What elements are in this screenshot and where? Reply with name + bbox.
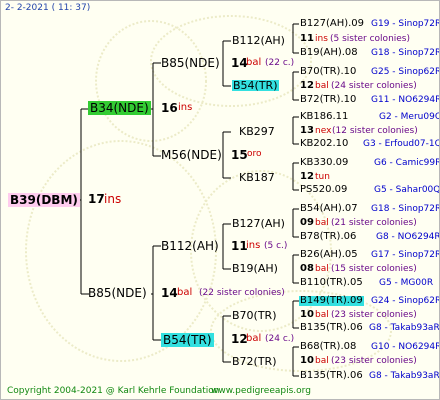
g4-top[interactable]: KB330.09 <box>300 158 348 168</box>
pedigree-frame: 2- 2-2021 ( 11: 37) B39(DBM) 17 ins B34(… <box>0 0 440 400</box>
gen3-a2[interactable]: B54(TR) <box>232 80 279 91</box>
g7-top-code: G24 - Sinop62R <box>371 296 440 306</box>
g4-num: 12 <box>300 171 314 182</box>
gen1-bottom-tag: bal <box>177 287 193 298</box>
g2-num: 12 <box>300 80 314 91</box>
gen3-b1[interactable]: KB297 <box>239 126 275 137</box>
gen1-top-tag: ins <box>178 102 193 113</box>
g8-note: (23 sister colonies) <box>331 356 417 366</box>
g4-bottom[interactable]: PS520.09 <box>300 185 347 195</box>
g1-num: 11 <box>300 33 314 44</box>
gen1-bottom-note: (22 sister colonies) <box>199 288 285 298</box>
g1-tag: ins <box>315 34 328 44</box>
g1-top[interactable]: B127(AH).09 <box>300 19 364 29</box>
g5-top-code: G18 - Sinop72R <box>371 204 440 214</box>
root-id[interactable]: B39(DBM) <box>8 193 80 207</box>
gen1-bottom-id[interactable]: B85(NDE) <box>88 287 147 299</box>
g2-note: (24 sister colonies) <box>331 81 417 91</box>
gen2-d-tag: bal <box>246 333 262 344</box>
gen2-a-note: (22 c.) <box>265 58 295 68</box>
g3-tag: nex <box>315 126 332 136</box>
g7-num: 10 <box>300 309 314 320</box>
g2-top-code: G25 - Sinop62R <box>371 67 440 77</box>
gen3-c1[interactable]: B127(AH) <box>232 218 285 229</box>
gen2-a-tag: bal <box>246 57 262 68</box>
g4-tag: tun <box>315 172 330 182</box>
website-link[interactable]: www.pedigreeapis.org <box>211 387 311 396</box>
gen2-c-tag: ins <box>246 240 261 251</box>
g5-num: 09 <box>300 217 314 228</box>
g7-bottom[interactable]: B135(TR).06 <box>300 323 363 333</box>
g6-tag: bal <box>315 264 329 274</box>
g8-bottom[interactable]: B135(TR).06 <box>300 371 363 381</box>
g7-top[interactable]: B149(TR).09 <box>299 296 364 306</box>
g7-note: (23 sister colonies) <box>331 310 417 320</box>
gen2-a-id[interactable]: B85(NDE) <box>161 57 220 69</box>
gen2-c-note: (5 c.) <box>264 241 288 251</box>
gen2-b-num: 15 <box>231 148 248 162</box>
g3-note: (12 sister colonies) <box>332 126 418 136</box>
g1-bottom-code: G18 - Sinop72R <box>371 48 440 58</box>
g7-tag: bal <box>315 310 329 320</box>
g6-bottom-code: G5 - MG00R <box>379 278 434 288</box>
g6-bottom[interactable]: B110(TR).05 <box>300 278 363 288</box>
g3-top[interactable]: KB186.11 <box>300 112 348 122</box>
g6-num: 08 <box>300 263 314 274</box>
copyright-text: Copyright 2004-2021 @ Karl Kehrle Founda… <box>7 386 220 396</box>
root-num: 17 <box>88 192 105 206</box>
g8-tag: bal <box>315 356 329 366</box>
g2-bottom[interactable]: B72(TR).10 <box>300 95 356 105</box>
g2-bottom-code: G11 - NO6294R <box>371 95 440 105</box>
g3-bottom[interactable]: KB202.10 <box>300 139 348 149</box>
g1-top-code: G19 - Sinop72R <box>371 19 440 29</box>
gen2-c-id[interactable]: B112(AH) <box>161 240 219 252</box>
g8-bottom-code: G8 - Takab93aR <box>369 371 440 381</box>
g2-tag: bal <box>315 81 329 91</box>
g3-num: 13 <box>300 125 314 136</box>
g1-bottom[interactable]: B19(AH).08 <box>300 48 358 58</box>
g3-bottom-code: G3 - Erfoud07-1Q <box>363 139 440 149</box>
g4-bottom-code: G5 - Sahar00Q <box>374 185 440 195</box>
gen1-top-num: 16 <box>161 101 178 115</box>
gen2-b-tag: oro <box>247 149 262 159</box>
gen2-b-id[interactable]: M56(NDE) <box>161 149 222 161</box>
g5-bottom-code: G8 - NO6294R <box>376 232 440 242</box>
g5-tag: bal <box>315 218 329 228</box>
g8-top[interactable]: B68(TR).08 <box>300 342 356 352</box>
gen3-d2[interactable]: B72(TR) <box>232 356 277 367</box>
g3-top-code: G2 - Meru09Q <box>379 112 440 122</box>
root-tag: ins <box>104 192 122 206</box>
gen2-d-id[interactable]: B54(TR) <box>161 333 214 347</box>
gen1-bottom-num: 14 <box>161 286 178 300</box>
g6-top[interactable]: B26(AH).05 <box>300 250 358 260</box>
g5-top[interactable]: B54(AH).07 <box>300 204 358 214</box>
gen3-b2[interactable]: KB187 <box>239 172 275 183</box>
g4-top-code: G6 - Camic99R <box>374 158 440 168</box>
g5-note: (21 sister colonies) <box>331 218 417 228</box>
g7-bottom-code: G8 - Takab93aR <box>369 323 440 333</box>
gen3-c2[interactable]: B19(AH) <box>232 263 278 274</box>
gen1-top-id[interactable]: B34(NDE) <box>88 101 151 115</box>
g2-top[interactable]: B70(TR).10 <box>300 67 356 77</box>
g1-note: (5 sister colonies) <box>330 34 411 44</box>
gen3-d1[interactable]: B70(TR) <box>232 310 277 321</box>
g8-num: 10 <box>300 355 314 366</box>
gen2-d-note: (24 c.) <box>265 334 295 344</box>
gen3-a1[interactable]: B112(AH) <box>232 35 285 46</box>
date-stamp: 2- 2-2021 ( 11: 37) <box>5 3 91 13</box>
g6-top-code: G17 - Sinop72R <box>371 250 440 260</box>
g6-note: (15 sister colonies) <box>331 264 417 274</box>
g5-bottom[interactable]: B78(TR).06 <box>300 232 356 242</box>
g8-top-code: G10 - NO6294R <box>371 342 440 352</box>
